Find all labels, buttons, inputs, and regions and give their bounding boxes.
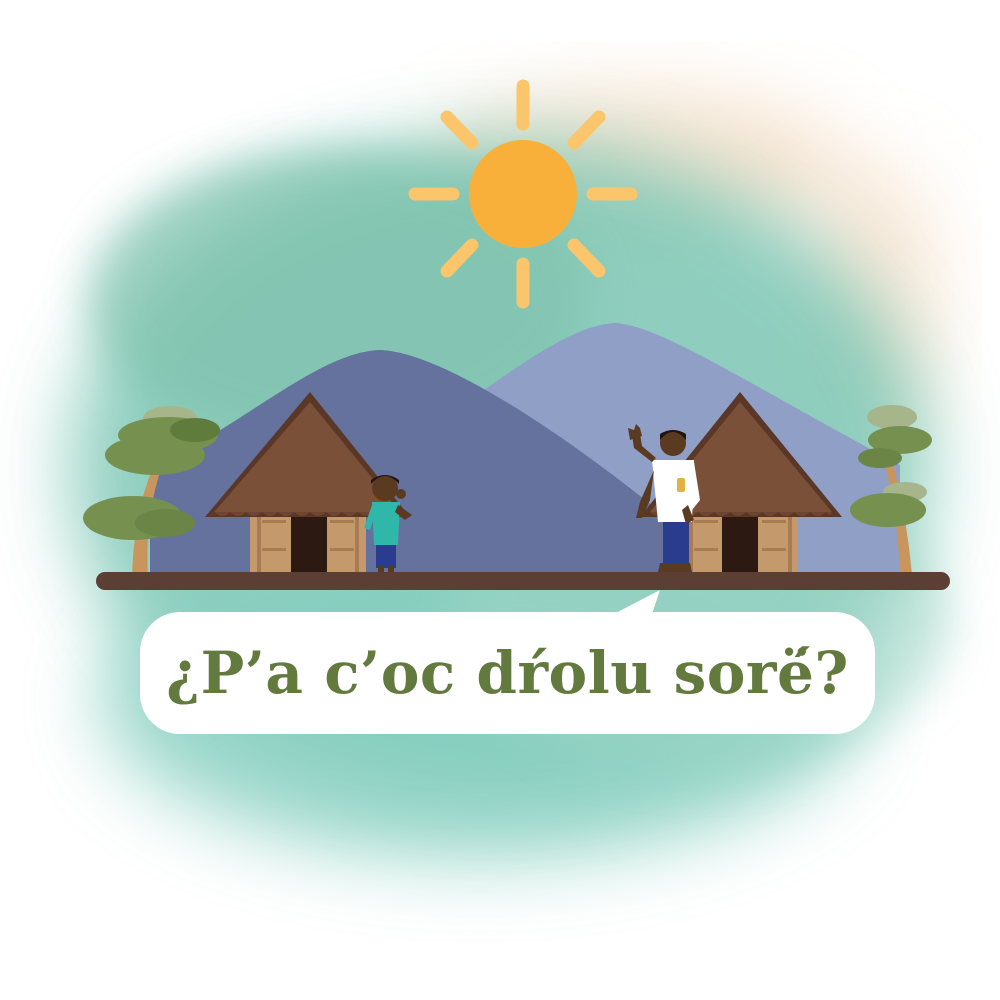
speech-bubble-text: ¿P’a c’oc dŕolu sorё́? (166, 639, 849, 707)
sun-icon (408, 79, 638, 309)
scene (70, 79, 950, 860)
illustration: ¿P’a c’oc dŕolu sorё́? (0, 0, 1000, 1000)
ground-line (96, 572, 950, 590)
